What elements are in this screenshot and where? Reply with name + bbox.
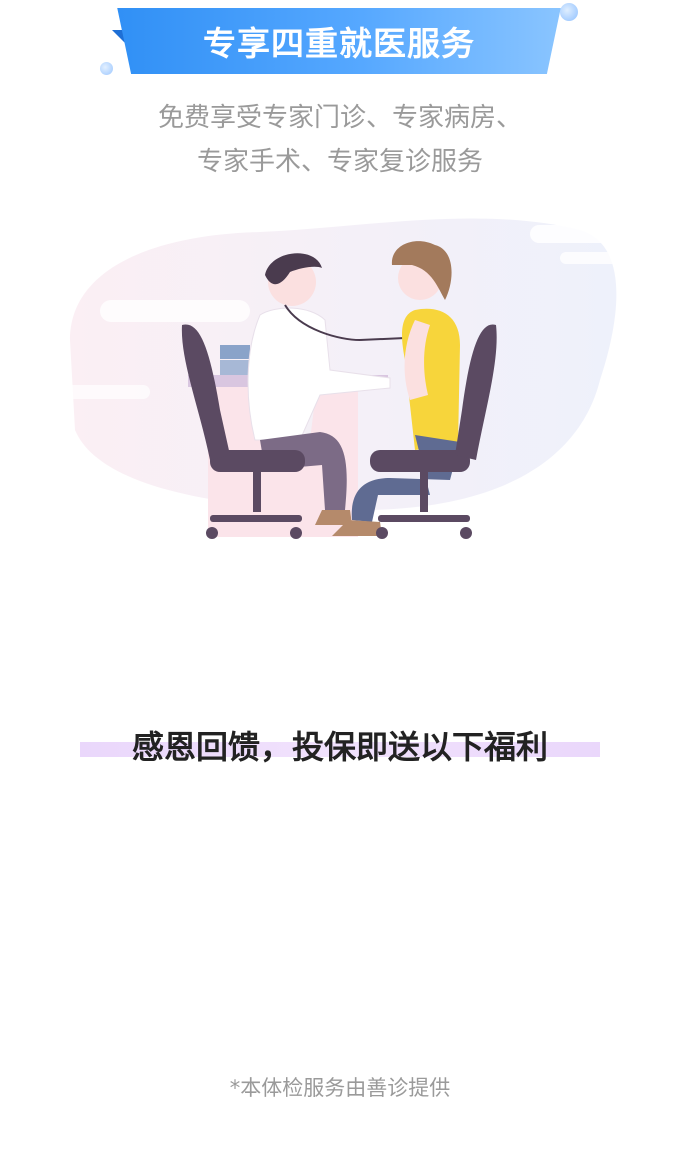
banner-title: 专享四重就医服务	[203, 24, 475, 63]
service-banner: 专享四重就医服务	[108, 8, 570, 80]
doctor-consultation-image	[60, 218, 620, 539]
benefits-heading: 感恩回馈，投保即送以下福利	[131, 728, 548, 766]
service-description-line-2: 专家手术、专家复诊服务	[196, 147, 483, 177]
provider-footnote: *本体检服务由善诊提供	[229, 1076, 451, 1100]
service-description-line-1: 免费享受专家门诊、专家病房、	[157, 103, 522, 133]
decor-bubble-left	[100, 62, 113, 75]
service-description: 免费享受专家门诊、专家病房、 专家手术、专家复诊服务	[0, 96, 680, 184]
doctor-consultation-illustration	[60, 210, 620, 550]
